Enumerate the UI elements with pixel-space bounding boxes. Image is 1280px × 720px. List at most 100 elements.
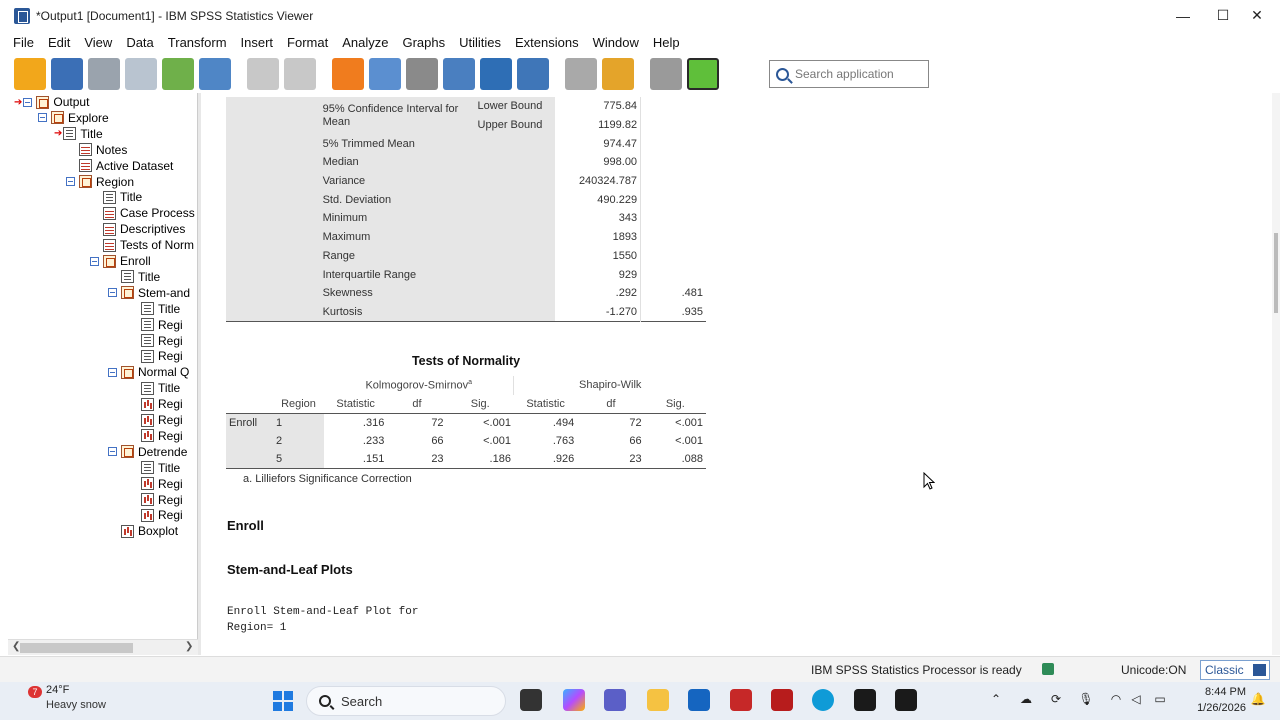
outline-item[interactable]: Stem-and (108, 285, 190, 301)
goto-data-icon[interactable] (332, 58, 364, 90)
wifi-icon[interactable]: ◠ (1108, 692, 1124, 708)
menu-view[interactable]: View (77, 31, 119, 55)
outline-item[interactable]: ➔ Title (54, 126, 103, 142)
designate-window-icon[interactable] (565, 58, 597, 90)
menu-utilities[interactable]: Utilities (452, 31, 508, 55)
scrollbar-thumb[interactable] (1274, 233, 1278, 313)
task-view-icon[interactable] (520, 689, 542, 711)
outline-item[interactable]: Title (141, 380, 180, 396)
menu-graphs[interactable]: Graphs (395, 31, 452, 55)
lockdown-browser-icon[interactable] (730, 689, 752, 711)
notifications-icon[interactable]: 🔔 (1250, 692, 1266, 708)
scroll-right-icon[interactable]: ❯ (185, 641, 193, 652)
output-content-pane[interactable]: 95% Confidence Interval for Mean Lower Bo… (201, 93, 1272, 655)
redo-icon[interactable] (284, 58, 316, 90)
capcut-icon[interactable] (895, 689, 917, 711)
goto-case-icon[interactable] (369, 58, 401, 90)
outline-item[interactable]: Regi (141, 396, 183, 412)
spss-app-icon[interactable] (14, 7, 30, 24)
save-icon[interactable] (51, 58, 83, 90)
outline-item[interactable]: Region (66, 174, 134, 190)
outline-item[interactable]: Explore (38, 110, 109, 126)
scrollbar-thumb[interactable] (20, 643, 133, 653)
file-explorer-icon[interactable] (647, 689, 669, 711)
weather-alert-icon[interactable]: 7 (28, 686, 42, 698)
open-folder-icon[interactable] (14, 58, 46, 90)
outline-item[interactable]: Regi (141, 317, 183, 333)
outline-item[interactable]: Tests of Norm (103, 237, 194, 253)
menu-data[interactable]: Data (119, 31, 160, 55)
insert-output-icon[interactable] (687, 58, 719, 90)
print-preview-icon[interactable] (125, 58, 157, 90)
recall-dialog-icon[interactable] (199, 58, 231, 90)
outline-item[interactable]: Detrende (108, 444, 187, 460)
show-all-icon[interactable] (602, 58, 634, 90)
collapse-icon[interactable] (23, 97, 33, 107)
menu-insert[interactable]: Insert (234, 31, 281, 55)
taskbar-search[interactable]: Search (306, 686, 506, 716)
value-labels-icon[interactable] (517, 58, 549, 90)
mcafee-icon[interactable] (771, 689, 793, 711)
print-icon[interactable] (88, 58, 120, 90)
variables-icon[interactable] (406, 58, 438, 90)
outline-item[interactable]: Active Dataset (79, 158, 173, 174)
store-icon[interactable] (688, 689, 710, 711)
menu-edit[interactable]: Edit (41, 31, 77, 55)
outline-item[interactable]: Regi (141, 476, 183, 492)
outline-item[interactable]: Enroll (90, 253, 151, 269)
outline-item[interactable]: Descriptives (103, 221, 185, 237)
edge-icon[interactable] (812, 689, 834, 711)
onedrive-icon[interactable]: ☁ (1018, 692, 1034, 708)
menu-transform[interactable]: Transform (161, 31, 234, 55)
select-cases-icon[interactable] (480, 58, 512, 90)
collapse-icon[interactable] (90, 256, 99, 266)
menu-analyze[interactable]: Analyze (335, 31, 395, 55)
close-button[interactable]: ✕ (1234, 0, 1280, 31)
search-application-input[interactable]: Search application (769, 60, 929, 88)
weather-description[interactable]: Heavy snow (46, 699, 106, 711)
outline-item[interactable]: Title (103, 189, 142, 205)
outline-item[interactable]: Regi (141, 412, 183, 428)
start-button[interactable] (273, 691, 293, 711)
collapse-icon[interactable] (108, 367, 117, 377)
outline-item[interactable]: Case Process (103, 205, 195, 221)
outline-item[interactable]: Title (141, 301, 180, 317)
weather-temperature[interactable]: 24°F (46, 684, 69, 696)
hide-icon[interactable] (650, 58, 682, 90)
split-file-icon[interactable] (443, 58, 475, 90)
outline-item[interactable]: Boxplot (121, 523, 178, 539)
classic-view-button[interactable]: Classic (1200, 660, 1270, 680)
microphone-icon[interactable]: 🎙 (1078, 692, 1094, 708)
menu-format[interactable]: Format (280, 31, 335, 55)
volume-icon[interactable]: ◁ (1128, 692, 1144, 708)
export-icon[interactable] (162, 58, 194, 90)
outline-horizontal-scrollbar[interactable]: ❮ ❯ (8, 639, 198, 655)
outline-item[interactable]: Regi (141, 507, 183, 523)
menu-help[interactable]: Help (646, 31, 687, 55)
outline-item[interactable]: Normal Q (108, 364, 189, 380)
outline-item[interactable]: Regi (141, 333, 183, 349)
collapse-icon[interactable] (38, 113, 47, 123)
outline-item[interactable]: Regi (141, 428, 183, 444)
copilot-icon[interactable] (563, 689, 585, 711)
battery-icon[interactable]: ▭ (1152, 692, 1168, 708)
collapse-icon[interactable] (66, 177, 75, 186)
collapse-icon[interactable] (108, 288, 117, 298)
outline-item[interactable]: ➔ Output (14, 94, 89, 110)
collapse-icon[interactable] (108, 447, 117, 457)
menu-window[interactable]: Window (586, 31, 646, 55)
outline-item[interactable]: Regi (141, 348, 183, 364)
outline-item[interactable]: Title (141, 460, 180, 476)
undo-icon[interactable] (247, 58, 279, 90)
outline-pane[interactable]: ➔ Output Explore ➔ Title Notes Active Dataset R… (8, 93, 198, 655)
content-vertical-scrollbar[interactable] (1272, 93, 1280, 655)
system-clock[interactable]: 8:44 PM 1/26/2026 (1196, 684, 1246, 716)
sync-icon[interactable]: ⟳ (1048, 692, 1064, 708)
outline-item[interactable]: Notes (79, 142, 127, 158)
spss-taskbar-icon[interactable] (854, 689, 876, 711)
menu-extensions[interactable]: Extensions (508, 31, 586, 55)
outline-item[interactable]: Title (121, 269, 160, 285)
outline-item[interactable]: Regi (141, 492, 183, 508)
tray-overflow-icon[interactable]: ⌃ (988, 692, 1004, 708)
teams-icon[interactable] (604, 689, 626, 711)
